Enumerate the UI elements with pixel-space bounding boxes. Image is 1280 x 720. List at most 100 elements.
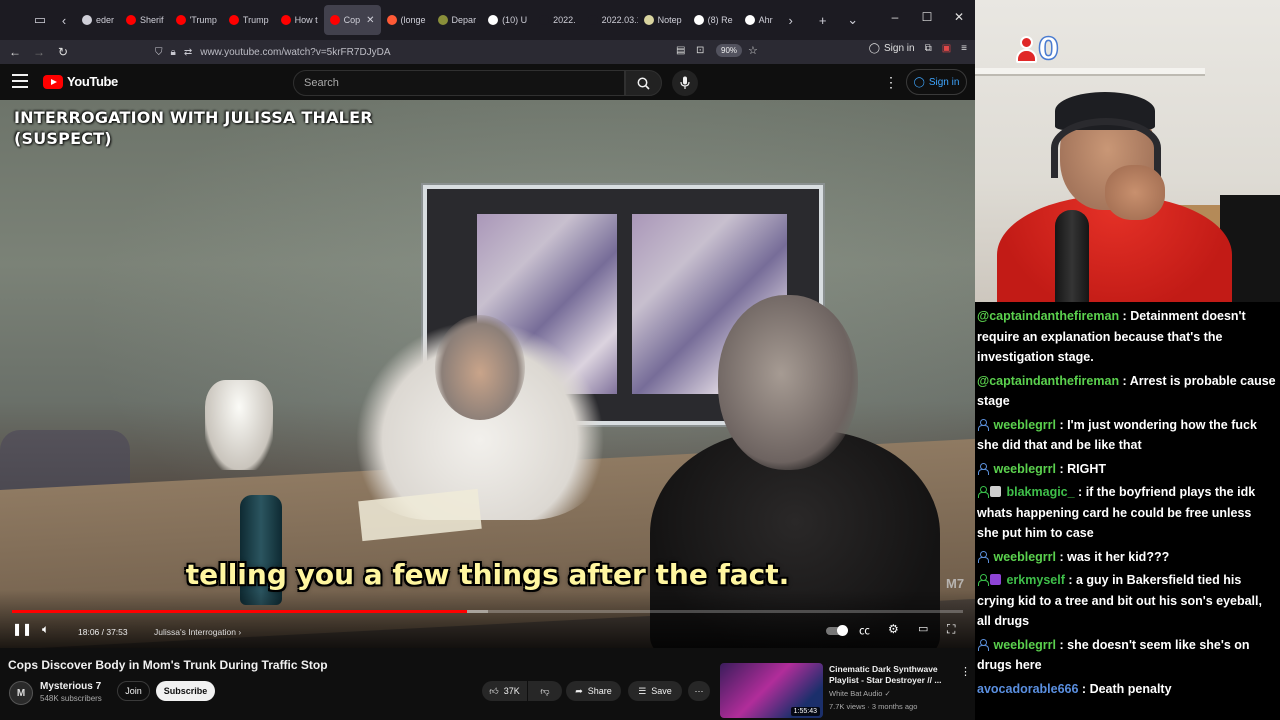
join-button[interactable]: Join <box>117 681 150 701</box>
chat-username[interactable]: blakmagic_ <box>1006 485 1074 499</box>
recommended-thumbnail[interactable]: 1:55:43 <box>720 663 823 718</box>
voice-search-button[interactable] <box>672 70 698 96</box>
subscribe-button[interactable]: Subscribe <box>156 681 215 701</box>
save-button[interactable]: ☰ Save <box>628 681 682 701</box>
menu-icon[interactable]: ≡ <box>961 43 967 54</box>
pause-icon[interactable]: ❚❚ <box>12 622 32 636</box>
browser-tab[interactable]: 2022.03.1 <box>582 5 638 35</box>
search-button[interactable] <box>625 70 662 96</box>
permissions-icon[interactable]: ⇄ <box>184 47 192 58</box>
dislike-button[interactable]: 👎︎ <box>528 681 562 701</box>
browser-tab[interactable]: How t <box>275 5 324 35</box>
minimize-icon[interactable]: – <box>879 10 911 24</box>
tab-favicon-icon <box>539 15 550 25</box>
chat-text: RIGHT <box>1067 461 1107 476</box>
chapter-title[interactable]: Julissa's Interrogation › <box>154 627 241 637</box>
lock-icon[interactable]: 🔒︎ <box>171 47 176 58</box>
recommended-channel[interactable]: White Bat Audio ✓ <box>829 689 891 698</box>
viewer-count: 0 <box>1037 32 1059 67</box>
chat-message: @captaindanthefireman : Arrest is probab… <box>977 373 1276 409</box>
recommended-menu-icon[interactable]: ⋮ <box>960 665 971 678</box>
share-button[interactable]: ➦ Share <box>566 681 621 701</box>
browser-tab[interactable]: eder <box>76 5 120 35</box>
captions-icon[interactable]: ㏄ <box>859 622 870 638</box>
maximize-icon[interactable]: ☐ <box>911 10 943 24</box>
browser-tab[interactable]: Notep <box>638 5 688 35</box>
more-actions-button[interactable]: ⋯ <box>688 681 710 701</box>
streamer-microphone <box>1055 210 1089 302</box>
youtube-header: YouTube Search ⋮ ◯ Sign in <box>0 64 975 100</box>
stream-chat: @captaindanthefireman : Detainment doesn… <box>975 302 1280 720</box>
youtube-logo[interactable]: YouTube <box>43 74 118 89</box>
chat-username[interactable]: weeblegrrl <box>993 418 1056 432</box>
tab-favicon-icon <box>744 15 755 25</box>
chat-username[interactable]: weeblegrrl <box>993 638 1056 652</box>
channel-avatar[interactable]: M <box>9 681 33 705</box>
tab-bar: ▭ ‹ eder Sherif 'Trump Trump How t Cop ✕ (longe… <box>0 0 975 40</box>
tab-overview-icon[interactable]: ▭ <box>28 8 52 32</box>
youtube-signin-button[interactable]: ◯ Sign in <box>906 69 967 95</box>
progress-bar[interactable] <box>12 610 963 613</box>
microphone-icon <box>680 76 690 89</box>
browser-window: ▭ ‹ eder Sherif 'Trump Trump How t Cop ✕ (longe… <box>0 0 975 720</box>
browser-tab[interactable]: (10) U <box>482 5 533 35</box>
tab-scroll-right-icon[interactable]: › <box>779 8 803 32</box>
channel-name[interactable]: Mysterious 7 <box>40 681 101 692</box>
theater-mode-icon[interactable]: ▭ <box>918 622 928 635</box>
streamer-hand <box>1105 165 1165 220</box>
new-tab-icon[interactable]: + <box>811 8 835 32</box>
extensions-icon[interactable]: ⧉ <box>925 43 932 54</box>
chat-username[interactable]: @captaindanthefireman <box>977 309 1119 323</box>
screenshot-icon[interactable]: ⊡ <box>696 45 704 56</box>
chat-username[interactable]: @captaindanthefireman <box>977 374 1119 388</box>
recommended-title[interactable]: Cinematic Dark Synthwave Playlist - Star… <box>829 664 949 686</box>
browser-tab[interactable]: Cop ✕ <box>323 5 381 35</box>
like-button[interactable]: 👍︎ 37K <box>482 681 527 701</box>
tab-label: (10) U <box>502 15 528 25</box>
time-display: 18:06 / 37:53 <box>78 627 128 637</box>
guide-menu-icon[interactable] <box>12 74 28 88</box>
browser-tab[interactable]: Trump <box>223 5 275 35</box>
reload-icon[interactable]: ↻ <box>51 45 75 59</box>
video-overlay-title: INTERROGATION WITH JULISSA THALER (SUSPE… <box>14 107 373 149</box>
tab-scroll-left-icon[interactable]: ‹ <box>52 8 76 32</box>
verified-icon: ✓ <box>884 689 891 698</box>
close-window-icon[interactable]: ✕ <box>943 10 975 24</box>
browser-tab[interactable]: (8) Re <box>688 5 739 35</box>
fullscreen-icon[interactable]: ⛶ <box>947 622 955 637</box>
screen: ▭ ‹ eder Sherif 'Trump Trump How t Cop ✕ (longe… <box>0 0 1280 720</box>
tab-list-icon[interactable]: ⌄ <box>841 8 865 32</box>
browser-tab[interactable]: (longe <box>381 5 432 35</box>
tab-favicon-icon <box>228 15 239 25</box>
volume-icon[interactable]: 🔈︎ <box>42 622 49 637</box>
chat-username[interactable]: avocadorable666 <box>977 682 1078 696</box>
chat-username[interactable]: erkmyself <box>1006 573 1064 587</box>
tab-close-icon[interactable]: ✕ <box>366 15 374 26</box>
progress-played <box>12 610 467 613</box>
chat-username[interactable]: weeblegrrl <box>993 550 1056 564</box>
reader-view-icon[interactable]: ▤ <box>676 45 685 56</box>
back-icon[interactable]: ← <box>3 45 27 59</box>
save-label: Save <box>651 686 672 696</box>
browser-tab[interactable]: Depar <box>432 5 483 35</box>
settings-gear-icon[interactable]: ⚙ <box>888 622 899 636</box>
chat-username[interactable]: weeblegrrl <box>993 462 1056 476</box>
video-player[interactable]: INTERROGATION WITH JULISSA THALER (SUSPE… <box>0 100 975 648</box>
extension-badge-icon[interactable]: ▣ <box>942 43 951 54</box>
video-scene-suspect-head <box>435 315 525 420</box>
bookmark-star-icon[interactable]: ☆ <box>748 44 758 57</box>
browser-tab[interactable]: 'Trump <box>170 5 223 35</box>
autoplay-toggle[interactable] <box>826 625 848 636</box>
url-text[interactable]: www.youtube.com/watch?v=5krFR7DJyDA <box>200 47 390 58</box>
browser-signin[interactable]: ◯ Sign in <box>869 43 915 54</box>
browser-tab[interactable]: Sherif <box>120 5 170 35</box>
settings-kebab-icon[interactable]: ⋮ <box>884 74 898 91</box>
search-input[interactable]: Search <box>293 70 625 96</box>
browser-tab[interactable]: Ahr <box>739 5 779 35</box>
zoom-level[interactable]: 90% <box>716 44 743 57</box>
forward-icon[interactable]: → <box>27 45 51 59</box>
tab-label: Notep <box>657 15 682 25</box>
tab-favicon-icon <box>488 15 499 25</box>
shield-icon[interactable]: ⛉ <box>155 47 163 58</box>
browser-tab[interactable]: 2022. <box>533 5 582 35</box>
